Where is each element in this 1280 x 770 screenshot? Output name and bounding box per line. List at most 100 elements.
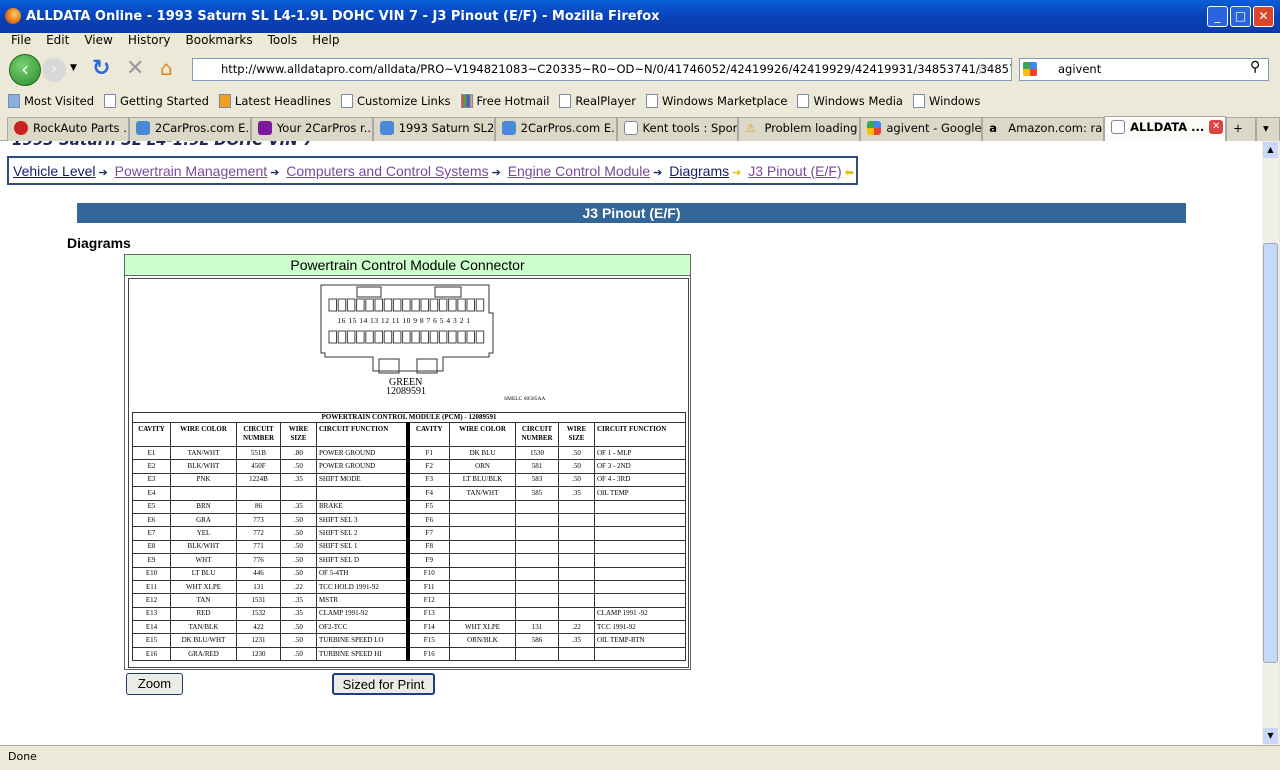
tab-2carpros-2[interactable]: 2CarPros.com E... <box>494 117 617 141</box>
new-tab-button[interactable]: + <box>1226 117 1257 141</box>
connector-pin <box>356 298 365 312</box>
tab-1993-saturn[interactable]: 1993 Saturn SL2... <box>372 117 495 141</box>
connector-pin <box>420 298 429 312</box>
menu-file[interactable]: File <box>11 33 31 49</box>
menu-history[interactable]: History <box>128 33 171 49</box>
table-cell: LT BLU/BLK <box>449 472 516 488</box>
scroll-up-icon[interactable]: ▲ <box>1263 142 1278 158</box>
breadcrumb-j3-pinout[interactable]: J3 Pinout (E/F) <box>748 163 841 179</box>
connector-pin <box>337 330 347 344</box>
bookmark-customize-links[interactable]: Customize Links <box>340 94 451 108</box>
bookmark-star-icon[interactable]: ☆ <box>976 60 989 78</box>
close-tab-icon[interactable]: ✕ <box>1209 120 1224 134</box>
tab-agivent-google[interactable]: agivent - Google... <box>860 117 983 141</box>
connector-pin <box>475 298 485 312</box>
zoom-button[interactable]: Zoom <box>126 673 183 695</box>
table-cell: PNK <box>170 472 237 488</box>
forward-button[interactable]: › <box>42 58 66 82</box>
table-row: E1 TAN/WHT 551B .80 POWER GROUND F1 DK BLU 1530… <box>132 445 686 461</box>
tab-2carpros-yahoo[interactable]: Your 2CarPros r... <box>250 117 373 141</box>
menu-bookmarks[interactable]: Bookmarks <box>186 33 253 49</box>
connector-pin <box>337 298 347 312</box>
table-row: E8 BLK/WHT 771.50 SHIFT SEL 1 F8 <box>132 539 686 555</box>
table-cell: BRN <box>170 499 237 514</box>
tab-2carpros-1[interactable]: 2CarPros.com E... <box>128 117 251 141</box>
home-icon[interactable]: ⌂ <box>160 56 173 80</box>
table-cell <box>558 499 595 514</box>
table-cell: TCC 1991-92 <box>594 620 686 635</box>
table-cell: F4 <box>407 486 450 501</box>
connector-pin <box>392 298 402 312</box>
window-title: ALLDATA Online - 1993 Saturn SL L4-1.9L … <box>26 9 660 24</box>
table-cell: BLK/WHT <box>170 539 237 555</box>
table-cell: .50 <box>280 526 317 541</box>
tab-rockauto[interactable]: RockAuto Parts ... <box>7 117 129 141</box>
breadcrumb-computers-control-systems[interactable]: Computers and Control Systems <box>286 163 488 179</box>
stop-icon[interactable]: ✕ <box>126 56 144 81</box>
table-cell <box>449 566 516 581</box>
table-cell <box>515 646 559 662</box>
close-button[interactable]: ✕ <box>1253 6 1274 27</box>
breadcrumb-powertrain-management[interactable]: Powertrain Management <box>115 163 268 179</box>
menu-edit[interactable]: Edit <box>46 33 69 49</box>
table-row: E4 F4 TAN/WHT 585.35 OIL TEMP <box>132 486 686 501</box>
sized-for-print-button[interactable]: Sized for Print <box>332 673 435 695</box>
breadcrumb-vehicle-level[interactable]: Vehicle Level <box>13 163 96 179</box>
table-cell <box>594 566 686 581</box>
list-tabs-button[interactable]: ▾ <box>1256 117 1280 141</box>
tab-problem-loading[interactable]: ⚠Problem loading ... <box>738 117 861 141</box>
table-cell: F6 <box>407 512 450 528</box>
bookmark-windows[interactable]: Windows <box>912 94 980 108</box>
table-cell <box>280 486 317 501</box>
table-cell: .35 <box>280 593 317 608</box>
table-cell: 776 <box>236 553 281 568</box>
bookmark-realplayer[interactable]: RealPlayer <box>559 94 636 108</box>
tab-alldata[interactable]: ALLDATA ... ✕ <box>1104 116 1227 141</box>
table-cell: OF 5-4TH <box>316 566 410 581</box>
table-row: E2 BLK/WHT 450F .50 POWER GROUND F2 ORN 581.50 O… <box>132 459 686 474</box>
breadcrumb-engine-control-module[interactable]: Engine Control Module <box>508 163 650 179</box>
table-cell: E1 <box>132 445 171 461</box>
history-dropdown-icon[interactable]: ▼ <box>70 63 77 73</box>
search-input[interactable]: agivent <box>1019 58 1269 81</box>
table-cell <box>558 579 595 595</box>
bookmark-latest-headlines[interactable]: Latest Headlines <box>218 94 331 108</box>
table-cell: E2 <box>132 459 171 474</box>
bookmark-windows-marketplace[interactable]: Windows Marketplace <box>645 94 787 108</box>
bookmark-windows-media[interactable]: Windows Media <box>797 94 903 108</box>
maximize-button[interactable]: □ <box>1230 6 1251 27</box>
table-cell: WHT XLPE <box>170 579 237 595</box>
bookmark-most-visited[interactable]: Most Visited <box>8 94 94 108</box>
table-cell: YEL <box>170 526 237 541</box>
table-cell: F10 <box>407 566 450 581</box>
tab-kent-tools[interactable]: Kent tools : Spor... <box>616 117 739 141</box>
table-row: E15 DK BLU/WHT 1231.50 TURBINE SPEED LO F15 O… <box>132 633 686 648</box>
table-cell: OF 3 - 2ND <box>594 459 686 474</box>
table-row: E13 RED 1532.35 CLAMP 1991-92 F13 CLAMP 1991 … <box>132 606 686 622</box>
table-cell: F1 <box>407 445 450 461</box>
menu-help[interactable]: Help <box>312 33 339 49</box>
bookmark-getting-started[interactable]: Getting Started <box>104 94 209 108</box>
table-cell <box>594 526 686 541</box>
section-title: J3 Pinout (E/F) <box>77 203 1186 223</box>
table-cell: 1532 <box>236 606 281 622</box>
table-cell: 131 <box>515 620 559 635</box>
address-bar[interactable]: http://www.alldatapro.com/alldata/PRO~V1… <box>192 58 1012 81</box>
breadcrumb-diagrams[interactable]: Diagrams <box>669 163 729 179</box>
reload-icon[interactable]: ↻ <box>92 56 110 81</box>
search-icon[interactable]: ⚲ <box>1250 59 1260 75</box>
back-button[interactable]: ‹ <box>9 54 41 86</box>
google-icon[interactable] <box>1023 62 1037 76</box>
scrollbar-thumb[interactable] <box>1263 243 1278 663</box>
tab-amazon[interactable]: a Amazon.com: ra... <box>982 117 1105 141</box>
minimize-button[interactable]: _ <box>1207 6 1228 27</box>
menu-tools[interactable]: Tools <box>268 33 298 49</box>
table-row: E9 WHT 776.50 SHIFT SEL D F9 <box>132 553 686 568</box>
table-cell: E7 <box>132 526 171 541</box>
scroll-down-icon[interactable]: ▼ <box>1263 728 1278 744</box>
table-cell: E14 <box>132 620 171 635</box>
menu-view[interactable]: View <box>84 33 112 49</box>
bookmark-free-hotmail[interactable]: Free Hotmail <box>460 94 549 108</box>
table-cell: 450F <box>236 459 281 474</box>
table-cell <box>515 539 559 555</box>
